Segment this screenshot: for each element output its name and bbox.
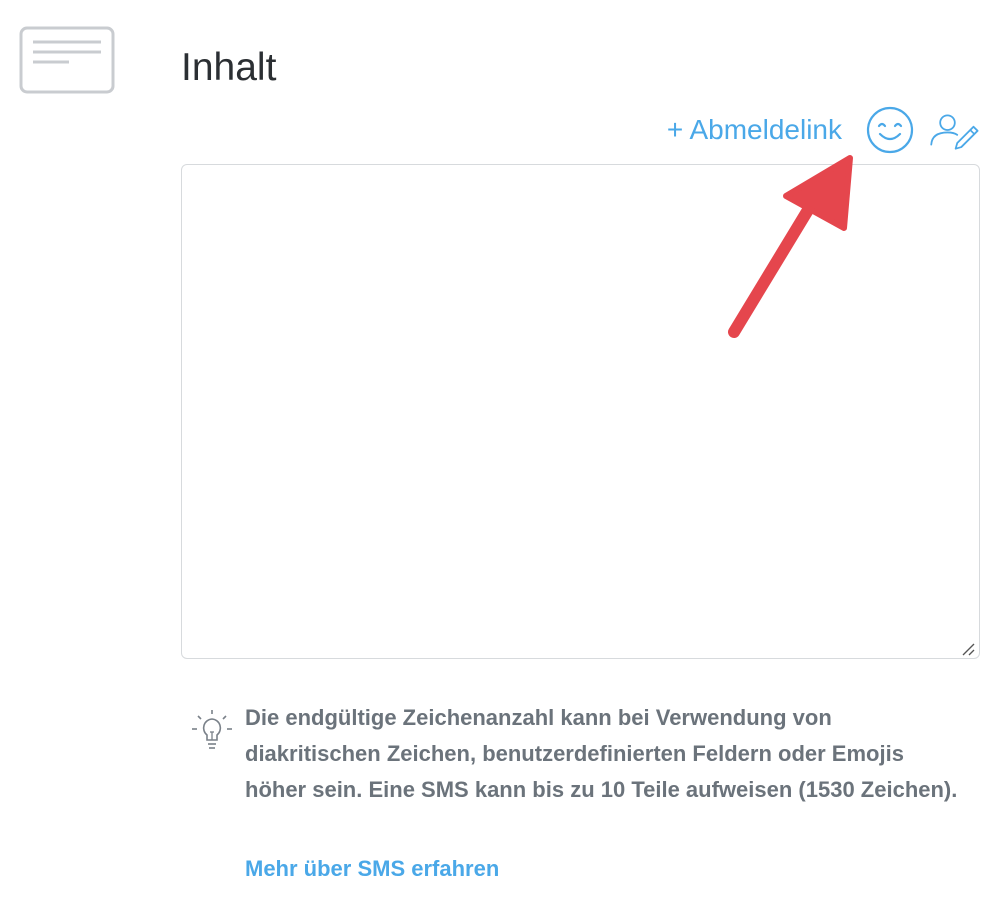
hint-text: Die endgültige Zeichenanzahl kann bei Ve…: [245, 705, 958, 802]
annotation-arrow: [720, 150, 870, 340]
lightbulb-icon: [190, 708, 234, 754]
add-unsubscribe-link[interactable]: + Abmeldelink: [667, 112, 842, 148]
user-edit-icon: [930, 114, 979, 150]
smiley-icon: [866, 106, 914, 154]
message-card-icon: [19, 26, 115, 94]
page-title: Inhalt: [181, 46, 277, 89]
personalize-button[interactable]: [928, 104, 980, 156]
resize-handle-icon[interactable]: [960, 641, 976, 657]
emoji-button[interactable]: [864, 104, 916, 156]
editor-toolbar: + Abmeldelink: [667, 104, 980, 156]
learn-more-link[interactable]: Mehr über SMS erfahren: [245, 852, 499, 886]
